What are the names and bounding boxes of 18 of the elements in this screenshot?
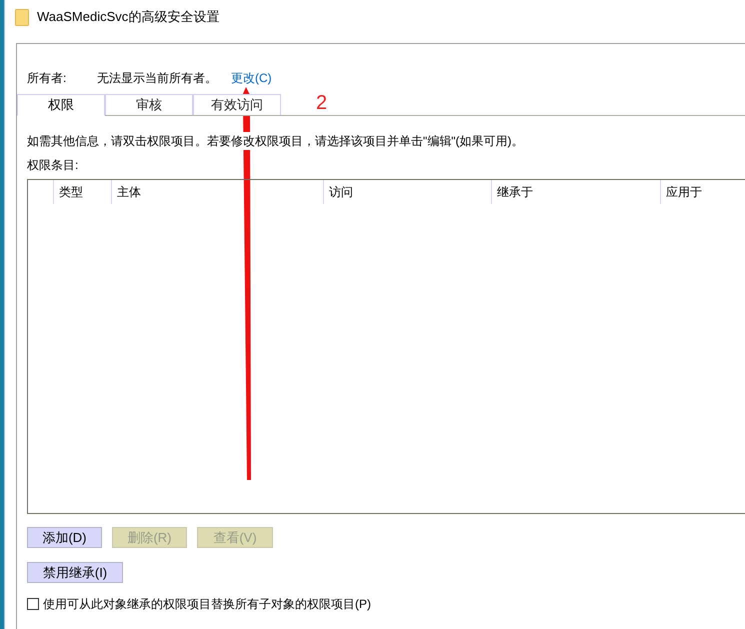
tab[interactable]: 审核 — [105, 94, 193, 115]
column-header[interactable]: 继承于 — [491, 180, 660, 204]
button[interactable]: 禁用继承(I) — [27, 562, 123, 583]
checkbox[interactable] — [27, 598, 39, 610]
column-header[interactable]: 类型 — [53, 180, 111, 204]
column-header[interactable]: 访问 — [323, 180, 491, 204]
window-title: WaaSMedicSvc的高级安全设置 — [37, 8, 220, 26]
owner-label: 所有者: — [27, 70, 68, 87]
folder-icon — [15, 8, 29, 26]
change-owner-link[interactable]: 更改(C) — [231, 69, 272, 87]
button[interactable]: 添加(D) — [27, 527, 102, 548]
tab[interactable]: 权限 — [17, 94, 105, 116]
owner-value: 无法显示当前所有者。 — [97, 70, 218, 87]
column-header[interactable]: 应用于 — [660, 180, 745, 204]
tab[interactable]: 有效访问 — [193, 94, 281, 115]
annotation-number: 2 — [316, 91, 328, 116]
checkbox-label: 使用可从此对象继承的权限项目替换所有子对象的权限项目(P) — [43, 596, 371, 613]
entries-label: 权限条目: — [27, 157, 80, 174]
